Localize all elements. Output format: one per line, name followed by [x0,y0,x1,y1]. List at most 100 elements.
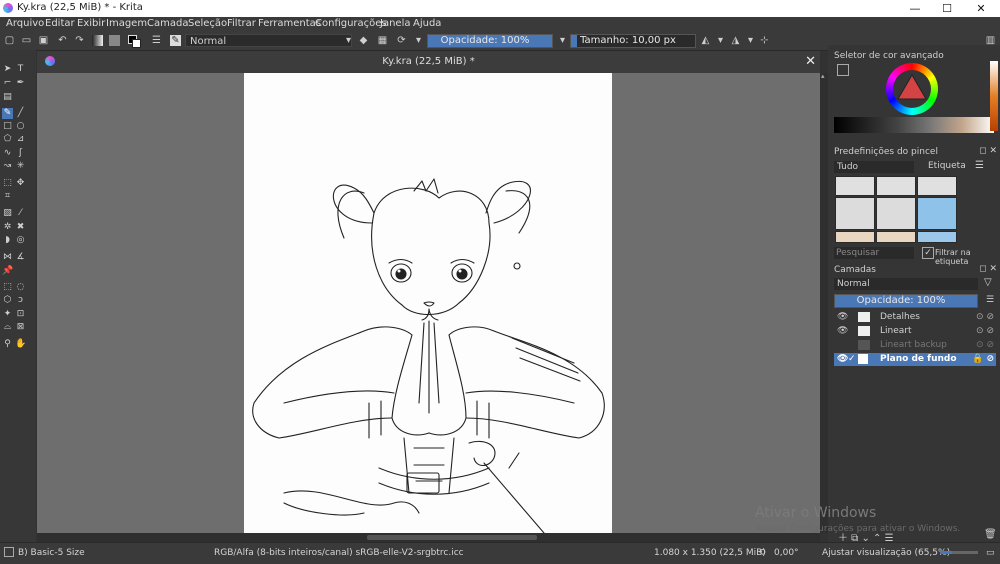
eraser-icon[interactable]: ◆ [358,35,369,46]
fill-tool-icon[interactable]: ◗ [2,235,13,246]
brush-preset-tile-selected[interactable] [917,197,957,230]
calligraphy-icon[interactable]: ✒ [15,78,26,89]
layer-lock-icon[interactable]: ⊙ ⊘ [976,325,994,338]
menu-configuracoes[interactable]: Configurações [315,18,387,29]
menu-selecao[interactable]: Seleção [188,18,227,29]
vertical-scrollbar[interactable]: ▴ [820,73,828,533]
brush-preset-tile[interactable] [835,231,875,243]
monitor-icon[interactable]: ▭ [986,548,995,558]
close-document-button[interactable]: ✕ [805,54,816,69]
color-selector-settings-icon[interactable] [837,64,849,76]
transform-tool-icon[interactable]: ⬚ [2,178,13,189]
measure-tool-icon[interactable]: ∡ [15,252,26,263]
menu-arquivo[interactable]: Arquivo [6,18,44,29]
zoom-tool-icon[interactable]: ⚲ [2,339,13,350]
brush-preset-tile[interactable] [876,197,916,230]
reload-preset-icon[interactable]: ⟳ [396,35,407,46]
layer-lock-icon[interactable]: ⊙ ⊘ [976,311,994,324]
contiguous-select-icon[interactable]: ✦ [2,309,13,320]
menu-exibir[interactable]: Exibir [77,18,105,29]
bezier-tool-icon[interactable]: ∿ [2,148,13,159]
tag-label[interactable]: Etiqueta [928,161,966,171]
document-canvas[interactable] [244,73,612,533]
edit-shapes-icon[interactable]: ⌐ [2,78,13,89]
pattern-icon[interactable] [109,35,120,46]
eye-icon[interactable]: 👁 [837,353,848,366]
zoom-status[interactable]: Ajustar visualização (65,5%) [822,548,950,558]
line-tool-icon[interactable]: ╱ [15,108,26,119]
select-shapes-icon[interactable]: ➤ [2,64,13,75]
brush-preset-icon[interactable]: ✎ [170,35,181,46]
open-folder-icon[interactable]: ▭ [21,35,32,46]
layer-row[interactable]: 👁 Detalhes ⊙ ⊘ [834,311,996,324]
layer-opacity-slider[interactable]: Opacidade: 100% [834,294,978,308]
brush-preset-tile[interactable] [835,176,875,196]
edit-brush-settings-icon[interactable]: ☰ [151,35,162,46]
close-window-button[interactable]: ✕ [966,0,996,17]
horizontal-scroll-thumb[interactable] [367,535,537,540]
menu-imagem[interactable]: Imagem [106,18,147,29]
menu-filtrar[interactable]: Filtrar [227,18,256,29]
assistant-icon[interactable]: ▤ [2,92,13,103]
hue-ring[interactable] [886,63,938,115]
menu-camada[interactable]: Camada [147,18,188,29]
rect-select-icon[interactable]: ⬚ [2,282,13,293]
color-history-strip[interactable] [834,117,994,133]
menu-janela[interactable]: Janela [380,18,410,29]
rotate-icon[interactable]: ⟲ [758,548,766,558]
enclose-fill-icon[interactable]: ◎ [15,235,26,246]
layer-row[interactable]: 👁 Lineart ⊙ ⊘ [834,325,996,338]
eye-icon[interactable]: 👁 [837,325,848,338]
preserve-alpha-icon[interactable]: ▦ [377,35,388,46]
assistant-tool-icon[interactable]: ⋈ [2,252,13,263]
color-picker-icon[interactable]: ⁄ [15,208,26,219]
brush-search-input[interactable]: Pesquisar [834,247,914,259]
polygon-tool-icon[interactable]: ⬠ [2,134,13,145]
layer-blend-mode-select[interactable]: Normal [834,278,978,290]
new-document-icon[interactable]: ▢ [4,35,15,46]
layer-lock-icon[interactable]: ⊙ ⊘ [976,339,994,352]
delete-layer-icon[interactable]: 🗑 [984,529,997,540]
blend-mode-select[interactable]: Normal [185,34,352,47]
maximize-button[interactable]: ☐ [932,0,962,17]
menu-ferramentas[interactable]: Ferramentas [258,18,321,29]
ellipse-tool-icon[interactable]: ○ [15,121,26,132]
undo-icon[interactable]: ↶ [57,35,68,46]
magnetic-select-icon[interactable]: ⊠ [15,322,26,333]
brush-tag-filter[interactable]: Tudo [834,161,914,173]
panel-float-close-icon[interactable]: ◻ ✕ [979,146,997,156]
layer-filter-icon[interactable]: ▽ [984,277,992,288]
smart-patch-icon[interactable]: ✲ [2,222,13,233]
redo-icon[interactable]: ↷ [74,35,85,46]
fg-bg-color-icon[interactable] [128,35,141,48]
document-tab-title[interactable]: Ky.kra (22,5 MiB) * [37,56,820,67]
minimize-button[interactable]: — [900,0,930,17]
move-tool-icon[interactable]: ✥ [15,178,26,189]
mirror-horizontal-icon[interactable]: ◭ [700,35,711,46]
layer-lock-icon[interactable]: 🔒 ⊘ [972,353,994,366]
save-icon[interactable]: ▣ [38,35,49,46]
scroll-up-icon[interactable]: ▴ [821,73,827,80]
menu-ajuda[interactable]: Ajuda [413,18,441,29]
eye-icon[interactable]: 👁 [837,311,848,324]
menu-editar[interactable]: Editar [45,18,75,29]
brush-preset-tile[interactable] [876,176,916,196]
horizontal-scrollbar[interactable] [37,533,820,542]
brush-preset-tile[interactable] [876,231,916,243]
zoom-slider[interactable] [940,551,978,554]
reference-tool-icon[interactable]: 📌 [2,266,13,277]
pan-tool-icon[interactable]: ✋ [15,339,26,350]
rotation-status[interactable]: 0,00° [774,548,799,558]
freehand-brush-icon[interactable]: ✎ [2,108,13,119]
similar-select-icon[interactable]: ⊡ [15,309,26,320]
polyline-tool-icon[interactable]: ⊿ [15,134,26,145]
layer-row-selected[interactable]: 👁 ✓ Plano de fundo 🔒 ⊘ [834,353,996,366]
opacity-slider[interactable]: Opacidade: 100% [427,34,553,48]
wrap-around-icon[interactable]: ⊹ [759,35,770,46]
gradient-tool-icon[interactable]: ▧ [2,208,13,219]
freehand-path-icon[interactable]: ʃ [15,148,26,159]
size-slider[interactable]: Tamanho: 10,00 px [570,34,696,48]
panel-float-close-icon[interactable]: ◻ ✕ [979,264,997,274]
mirror-vertical-icon[interactable]: ◮ [730,35,741,46]
colorize-mask-icon[interactable]: ✖ [15,222,26,233]
